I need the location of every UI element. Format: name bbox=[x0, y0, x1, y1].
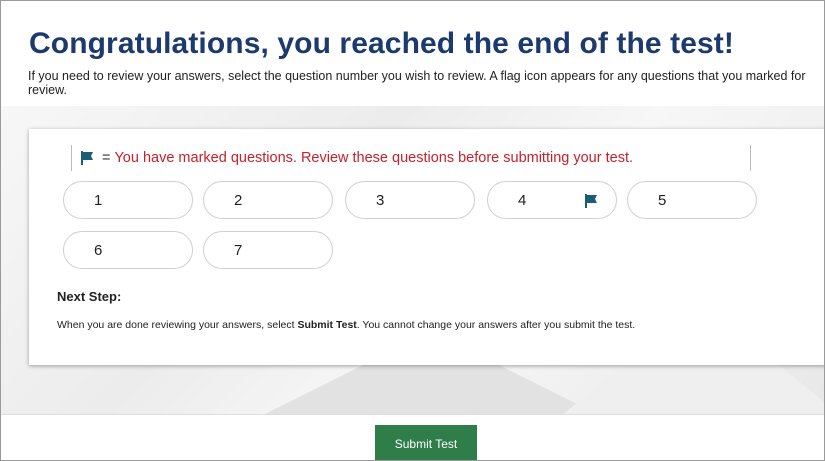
question-button-6[interactable]: 6 bbox=[63, 231, 193, 269]
next-step-text: When you are done reviewing your answers… bbox=[57, 319, 298, 331]
footer-bar: Submit Test bbox=[1, 414, 824, 460]
question-number: 1 bbox=[94, 191, 103, 209]
question-number: 5 bbox=[658, 191, 667, 209]
question-button-7[interactable]: 7 bbox=[203, 231, 333, 269]
review-card: = You have marked questions. Review thes… bbox=[29, 129, 824, 365]
submit-test-button[interactable]: Submit Test bbox=[375, 425, 477, 460]
question-button-5[interactable]: 5 bbox=[627, 181, 757, 219]
question-button-3[interactable]: 3 bbox=[345, 181, 475, 219]
next-step-description: When you are done reviewing your answers… bbox=[57, 319, 824, 331]
test-end-page: Congratulations, you reached the end of … bbox=[0, 0, 825, 461]
page-title: Congratulations, you reached the end of … bbox=[29, 27, 734, 60]
flag-icon bbox=[584, 194, 598, 208]
next-step-text: . You cannot change your answers after y… bbox=[356, 319, 636, 331]
equals-sign: = bbox=[102, 150, 111, 166]
marked-questions-notice: = You have marked questions. Review thes… bbox=[71, 145, 751, 171]
question-number: 2 bbox=[234, 191, 243, 209]
question-button-2[interactable]: 2 bbox=[203, 181, 333, 219]
header: Congratulations, you reached the end of … bbox=[1, 1, 824, 106]
next-step-heading: Next Step: bbox=[57, 289, 122, 304]
flag-icon bbox=[80, 151, 94, 165]
instructions-text: If you need to review your answers, sele… bbox=[28, 69, 806, 97]
submit-test-emphasis: Submit Test bbox=[297, 319, 357, 331]
question-button-1[interactable]: 1 bbox=[63, 181, 193, 219]
notice-text: You have marked questions. Review these … bbox=[114, 150, 634, 166]
question-number: 3 bbox=[376, 191, 385, 209]
question-number: 6 bbox=[94, 241, 103, 259]
question-number: 4 bbox=[518, 191, 527, 209]
question-number: 7 bbox=[234, 241, 243, 259]
question-button-4[interactable]: 4 bbox=[487, 181, 617, 219]
